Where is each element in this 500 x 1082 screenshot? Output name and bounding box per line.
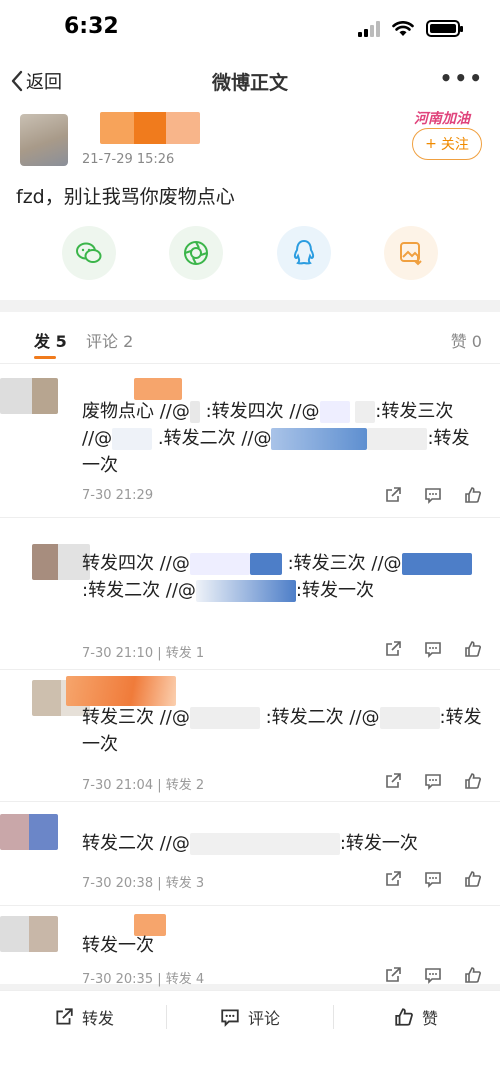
repost-text: 废物点心 //@ :转发四次 //@ :转发三次 //@ .转发二次 //@:转… bbox=[82, 401, 470, 476]
list-item[interactable]: 转发二次 //@:转发一次 7-30 20:38 | 转发 3 bbox=[0, 802, 500, 906]
repost-text: 转发二次 //@:转发一次 bbox=[82, 833, 418, 855]
tab-repost[interactable]: 发 5 bbox=[34, 328, 67, 352]
share-qq-button[interactable] bbox=[276, 226, 331, 280]
item-meta: 7-30 21:29 bbox=[82, 488, 154, 503]
repost-icon[interactable] bbox=[382, 868, 404, 890]
repost-text: 转发四次 //@ :转发三次 //@ :转发二次 //@:转发一次 bbox=[82, 550, 482, 604]
item-actions bbox=[382, 484, 484, 506]
item-meta: 7-30 20:38 | 转发 3 bbox=[82, 876, 205, 891]
save-image-icon bbox=[399, 242, 422, 266]
post-card: 21-7-29 15:26 河南加油 + 关注 fzd，别让我骂你废物点心 bbox=[0, 106, 500, 300]
repost-list: 废物点心 //@ :转发四次 //@ :转发三次 //@ .转发二次 //@:转… bbox=[0, 364, 500, 987]
list-item[interactable]: 废物点心 //@ :转发四次 //@ :转发三次 //@ .转发二次 //@:转… bbox=[0, 364, 500, 518]
comment-button[interactable]: 评论 bbox=[220, 1005, 280, 1029]
like-icon[interactable] bbox=[462, 770, 484, 792]
item-meta: 7-30 21:04 | 转发 2 bbox=[82, 778, 205, 793]
more-button[interactable]: ••• bbox=[440, 66, 484, 90]
tab-underline bbox=[34, 356, 56, 359]
follow-button[interactable]: + 关注 bbox=[412, 128, 482, 160]
like-label: 赞 bbox=[422, 1009, 439, 1028]
like-icon[interactable] bbox=[462, 638, 484, 660]
status-icons bbox=[358, 20, 463, 37]
avatar[interactable] bbox=[20, 114, 68, 166]
list-item[interactable]: 转发四次 //@ :转发三次 //@ :转发二次 //@:转发一次 7-30 2… bbox=[0, 518, 500, 670]
status-time: 6:32 bbox=[64, 14, 119, 39]
repost-icon[interactable] bbox=[382, 638, 404, 660]
tab-comment[interactable]: 评论 2 bbox=[86, 328, 133, 352]
like-icon[interactable] bbox=[462, 964, 484, 986]
like-button[interactable]: 赞 bbox=[394, 1005, 438, 1029]
wechat-icon bbox=[76, 242, 102, 263]
item-actions bbox=[382, 868, 484, 890]
avatar[interactable] bbox=[0, 916, 58, 952]
author-name-redacted[interactable] bbox=[66, 676, 176, 706]
battery-icon bbox=[426, 20, 463, 37]
like-icon[interactable] bbox=[462, 484, 484, 506]
list-item[interactable]: 转发一次 7-30 20:35 | 转发 4 bbox=[0, 906, 500, 987]
repost-icon bbox=[56, 1008, 73, 1025]
post-text: fzd，别让我骂你废物点心 bbox=[16, 186, 235, 208]
signal-icon bbox=[358, 20, 380, 37]
item-actions bbox=[382, 638, 484, 660]
henan-badge: 河南加油 bbox=[414, 111, 470, 127]
qq-icon bbox=[293, 239, 314, 265]
repost-text: 转发三次 //@ :转发二次 //@:转发一次 bbox=[82, 707, 482, 755]
like-icon[interactable] bbox=[462, 868, 484, 890]
nav-bar: 返回 微博正文 ••• bbox=[0, 56, 500, 106]
follow-label: 关注 bbox=[440, 137, 469, 153]
comment-icon[interactable] bbox=[422, 868, 444, 890]
item-meta: 7-30 21:10 | 转发 1 bbox=[82, 646, 205, 661]
divider bbox=[333, 1005, 334, 1029]
share-wechat-button[interactable] bbox=[62, 226, 116, 280]
item-actions bbox=[382, 770, 484, 792]
avatar[interactable] bbox=[0, 378, 58, 414]
repost-icon[interactable] bbox=[382, 770, 404, 792]
tab-bar: 发 5 评论 2 赞 0 bbox=[0, 312, 500, 364]
divider bbox=[166, 1005, 167, 1029]
comment-icon bbox=[221, 1009, 239, 1027]
repost-icon[interactable] bbox=[382, 484, 404, 506]
share-row bbox=[62, 226, 438, 280]
share-moments-button[interactable] bbox=[169, 226, 224, 280]
repost-text: 转发一次 bbox=[82, 935, 154, 956]
save-image-button[interactable] bbox=[383, 226, 438, 280]
author-name-redacted[interactable] bbox=[100, 112, 200, 144]
bottom-action-bar: 转发 评论 赞 bbox=[0, 990, 500, 1082]
plus-icon: + bbox=[425, 136, 437, 152]
post-time: 21-7-29 15:26 bbox=[82, 152, 175, 167]
comment-icon[interactable] bbox=[422, 638, 444, 660]
item-actions bbox=[382, 964, 484, 986]
avatar[interactable] bbox=[0, 814, 58, 850]
repost-icon[interactable] bbox=[382, 964, 404, 986]
comment-icon[interactable] bbox=[422, 770, 444, 792]
moments-icon bbox=[184, 241, 209, 265]
comment-icon[interactable] bbox=[422, 964, 444, 986]
wifi-icon bbox=[392, 20, 414, 36]
like-icon bbox=[395, 1008, 413, 1026]
comment-label: 评论 bbox=[248, 1009, 281, 1028]
author-name-redacted[interactable] bbox=[134, 378, 182, 400]
comment-icon[interactable] bbox=[422, 484, 444, 506]
page-title: 微博正文 bbox=[211, 72, 288, 94]
item-meta: 7-30 20:35 | 转发 4 bbox=[82, 972, 205, 987]
repost-label: 转发 bbox=[82, 1009, 115, 1028]
list-item[interactable]: 转发三次 //@ :转发二次 //@:转发一次 7-30 21:04 | 转发 … bbox=[0, 670, 500, 802]
tab-like[interactable]: 赞 0 bbox=[451, 328, 482, 352]
repost-button[interactable]: 转发 bbox=[54, 1005, 114, 1029]
status-bar: 6:32 bbox=[0, 0, 500, 56]
